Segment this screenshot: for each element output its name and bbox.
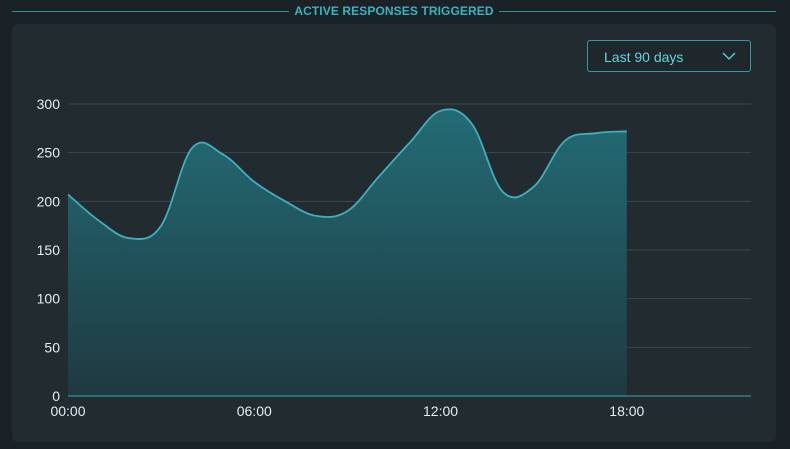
data-point-0800 xyxy=(314,214,318,218)
data-point-1100 xyxy=(408,141,412,145)
data-point-0400 xyxy=(190,146,194,150)
data-point-0100 xyxy=(97,219,101,223)
x-tick-label: 00:00 xyxy=(50,403,85,419)
data-point-0600 xyxy=(252,180,256,184)
data-point-1200 xyxy=(439,109,443,113)
data-point-1400 xyxy=(501,190,505,194)
x-tick-label: 18:00 xyxy=(609,403,644,419)
y-tick-label: 0 xyxy=(52,388,60,404)
data-point-1000 xyxy=(377,175,381,179)
data-point-1800 xyxy=(625,129,629,133)
data-point-1500 xyxy=(532,185,536,189)
data-point-0500 xyxy=(221,153,225,157)
data-point-1600 xyxy=(563,139,567,143)
data-point-0200 xyxy=(128,236,132,240)
y-tick-label: 200 xyxy=(37,193,61,209)
data-point-1300 xyxy=(470,122,474,126)
x-tick-label: 06:00 xyxy=(237,403,272,419)
y-axis-ticks: 0 50 100 150 200 250 300 xyxy=(37,96,61,404)
data-point-0000 xyxy=(66,193,70,197)
data-point-0900 xyxy=(345,209,349,213)
area-chart: 0 50 100 150 200 250 300 00:00 06:00 12:00 18:00 xyxy=(37,96,751,419)
y-tick-label: 300 xyxy=(37,96,61,112)
data-point-0300 xyxy=(159,224,163,228)
y-tick-label: 100 xyxy=(37,291,61,307)
series-area xyxy=(66,108,629,396)
data-point-0700 xyxy=(283,199,287,203)
data-point-1700 xyxy=(594,131,598,135)
y-tick-label: 50 xyxy=(44,339,60,355)
y-tick-label: 150 xyxy=(37,242,61,258)
y-tick-label: 250 xyxy=(37,145,61,161)
x-tick-label: 12:00 xyxy=(423,403,458,419)
x-axis-ticks: 00:00 06:00 12:00 18:00 xyxy=(50,403,644,419)
